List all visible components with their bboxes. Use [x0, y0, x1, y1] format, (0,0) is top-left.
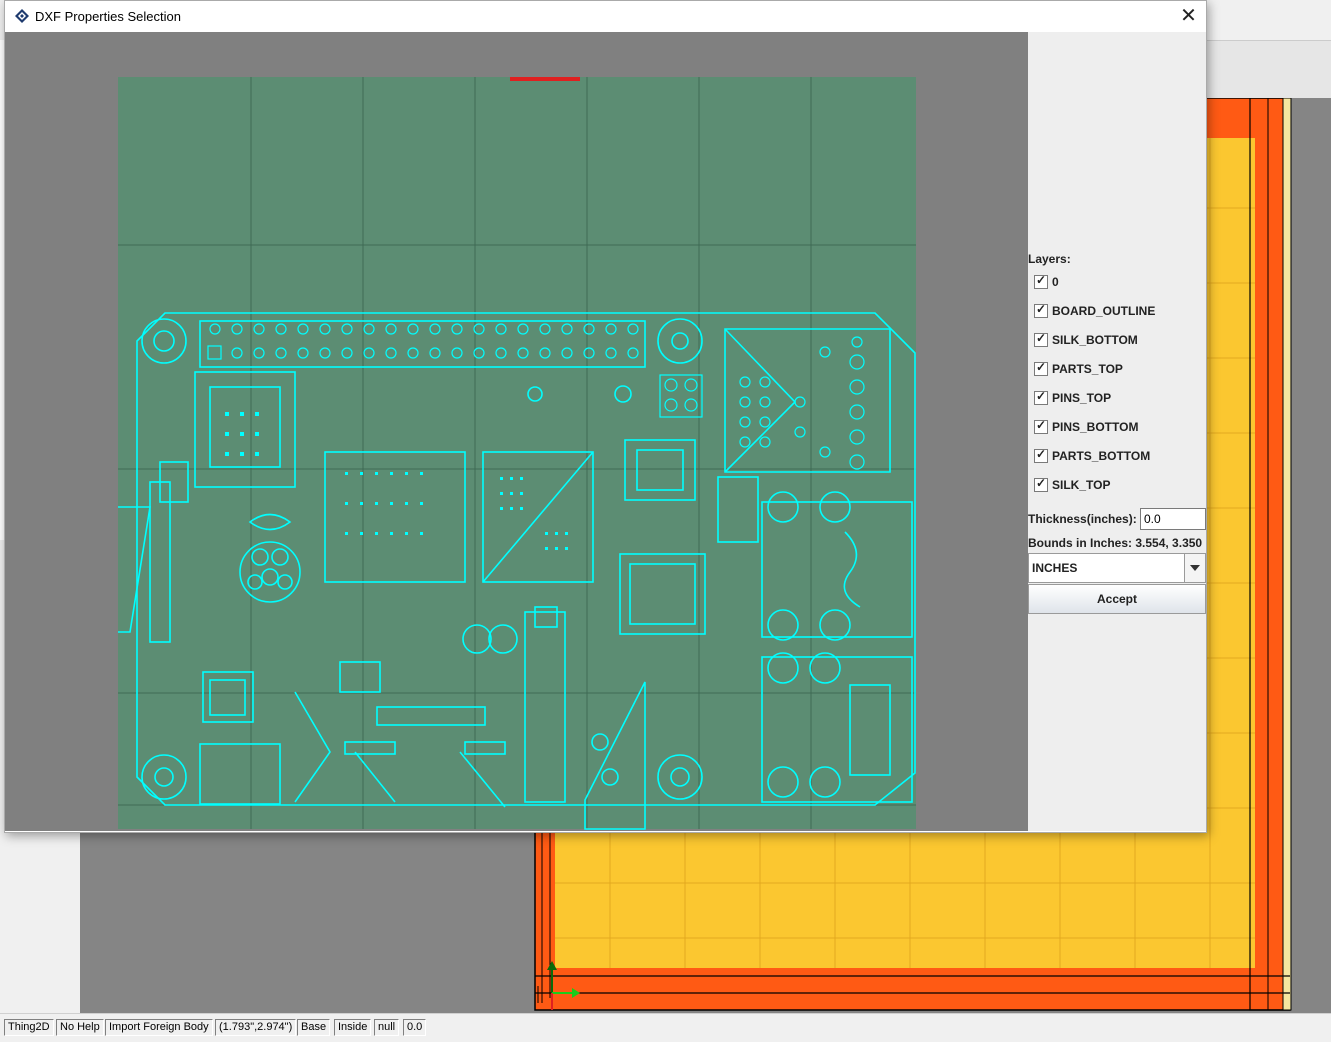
- layer-checkbox-parts-bottom[interactable]: [1034, 447, 1048, 463]
- layer-checkbox-0[interactable]: [1034, 273, 1048, 289]
- dxf-properties-dialog: DXF Properties Selection ✕ Layers: ✓ 0 ✓…: [4, 0, 1207, 833]
- layer-label-board-outline: BOARD_OUTLINE: [1052, 304, 1156, 318]
- layer-checkbox-silk-top[interactable]: [1034, 476, 1048, 492]
- status-coordinates: (1.793",2.974"): [215, 1019, 297, 1036]
- close-icon[interactable]: ✕: [1171, 1, 1206, 32]
- layer-row-silk-bottom[interactable]: SILK_BOTTOM: [1034, 331, 1138, 349]
- accept-button[interactable]: Accept: [1028, 584, 1206, 614]
- layer-checkbox-parts-top[interactable]: [1034, 360, 1048, 376]
- app-diamond-icon: [15, 9, 29, 23]
- status-null: null: [374, 1019, 400, 1036]
- units-selected-value: INCHES: [1032, 561, 1078, 575]
- background-toolbar: [1205, 40, 1331, 99]
- status-help: No Help: [56, 1019, 104, 1036]
- dxf-preview-canvas[interactable]: [5, 32, 1028, 831]
- layer-label-silk-top: SILK_TOP: [1052, 478, 1111, 492]
- chevron-down-icon[interactable]: [1184, 554, 1205, 582]
- layer-options-panel: Layers: 0 BOARD_OUTLINE SILK_BOTTOM PART…: [1028, 32, 1206, 831]
- layer-row-parts-top[interactable]: PARTS_TOP: [1034, 360, 1123, 378]
- status-inside: Inside: [334, 1019, 372, 1036]
- layer-checkbox-pins-top[interactable]: [1034, 389, 1048, 405]
- layer-label-silk-bottom: SILK_BOTTOM: [1052, 333, 1138, 347]
- layer-row-board-outline[interactable]: BOARD_OUTLINE: [1034, 302, 1155, 320]
- layers-heading: Layers:: [1028, 252, 1071, 266]
- layer-label-pins-top: PINS_TOP: [1052, 391, 1112, 405]
- layer-label-parts-top: PARTS_TOP: [1052, 362, 1123, 376]
- status-value: 0.0: [403, 1019, 427, 1036]
- units-dropdown[interactable]: INCHES: [1028, 553, 1206, 583]
- dialog-title: DXF Properties Selection: [35, 9, 181, 24]
- layer-label-pins-bottom: PINS_BOTTOM: [1052, 420, 1139, 434]
- status-bar: Thing2D No Help Import Foreign Body (1.7…: [0, 1013, 1331, 1042]
- bounds-label-text: Bounds in Inches:: [1028, 536, 1133, 550]
- status-tool-name: Thing2D: [4, 1019, 54, 1036]
- layer-row-silk-top[interactable]: SILK_TOP: [1034, 476, 1110, 494]
- layer-checkbox-silk-bottom[interactable]: [1034, 331, 1048, 347]
- dialog-titlebar[interactable]: DXF Properties Selection ✕: [5, 1, 1206, 32]
- layer-checkbox-board-outline[interactable]: [1034, 302, 1048, 318]
- thickness-label: Thickness(inches):: [1028, 512, 1137, 526]
- pcb-drawing: [118, 77, 916, 830]
- layer-row-pins-bottom[interactable]: PINS_BOTTOM: [1034, 418, 1138, 436]
- status-action: Import Foreign Body: [105, 1019, 213, 1036]
- layer-row-0[interactable]: 0: [1034, 273, 1059, 291]
- status-base: Base: [297, 1019, 331, 1036]
- layer-checkbox-pins-bottom[interactable]: [1034, 418, 1048, 434]
- bounds-value: 3.554, 3.350: [1135, 536, 1203, 550]
- layer-row-parts-bottom[interactable]: PARTS_BOTTOM: [1034, 447, 1150, 465]
- layer-label-parts-bottom: PARTS_BOTTOM: [1052, 449, 1151, 463]
- layer-row-pins-top[interactable]: PINS_TOP: [1034, 389, 1111, 407]
- thickness-input[interactable]: [1140, 508, 1206, 530]
- bounds-label: Bounds in Inches: 3.554, 3.350: [1028, 536, 1202, 550]
- layer-label-0: 0: [1052, 275, 1059, 289]
